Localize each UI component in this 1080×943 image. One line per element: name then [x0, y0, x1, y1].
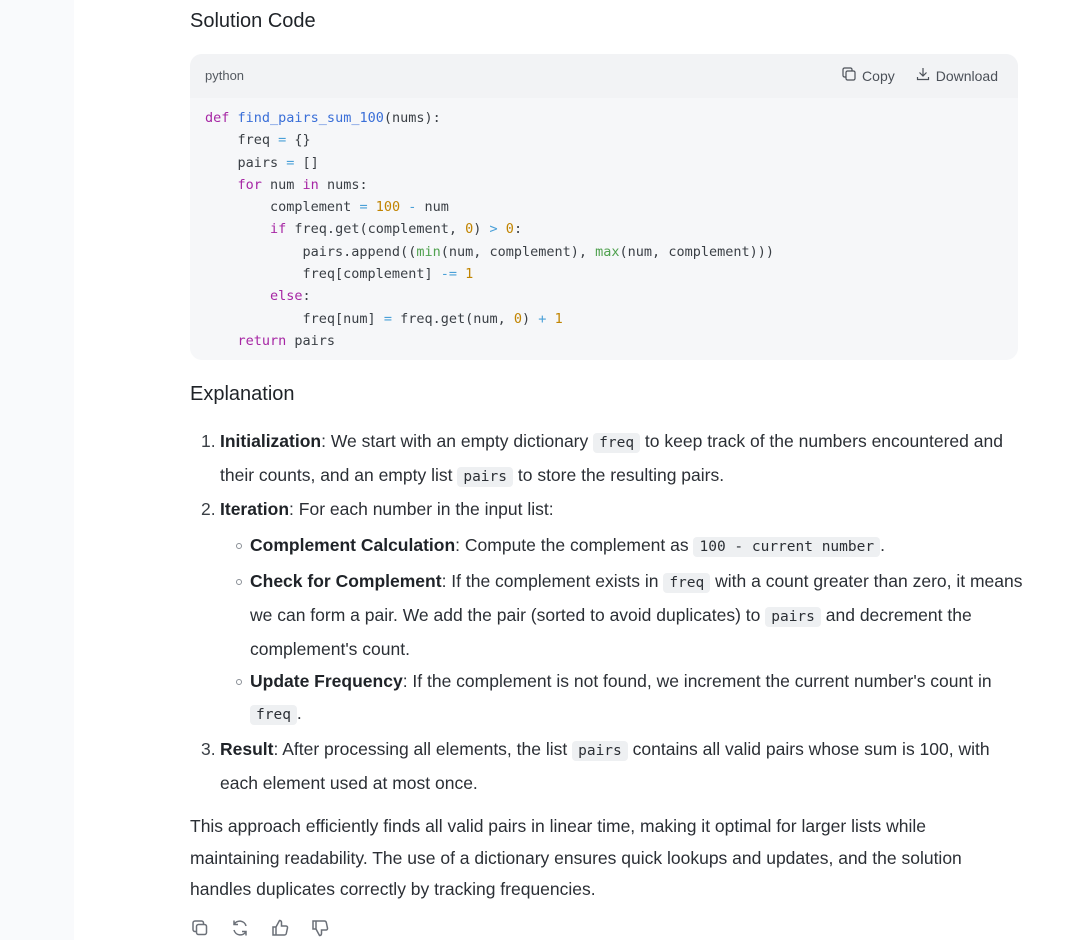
copy-code-button[interactable]: Copy	[841, 66, 895, 85]
thumbs-down-icon	[312, 920, 329, 937]
inline-code: freq	[250, 705, 297, 725]
thumbs-down-button[interactable]	[310, 918, 330, 943]
code-block: python Copy Download def find_pairs_sum_…	[190, 54, 1018, 360]
inline-code: 100 - current number	[693, 537, 881, 557]
list-item-initialization: Initialization: We start with an empty d…	[220, 425, 1020, 493]
download-icon	[915, 66, 931, 85]
explanation-heading: Explanation	[190, 383, 295, 405]
inline-code: pairs	[572, 741, 628, 761]
item-text: : After processing all elements, the lis…	[273, 739, 573, 759]
item-text: their counts, and an empty list	[220, 465, 458, 485]
item-title: Update Frequency	[250, 671, 403, 691]
item-text: .	[296, 703, 302, 723]
inline-code: freq	[663, 573, 711, 593]
item-text: and decrement the	[820, 605, 972, 625]
item-text: : For each number in the input list:	[289, 499, 554, 519]
sub-item-update-frequency: Update Frequency: If the complement is n…	[250, 665, 1020, 731]
list-number-3: 3.	[201, 739, 216, 759]
item-text: : Compute the complement as	[455, 535, 694, 555]
summary-paragraph: This approach efficiently finds all vali…	[190, 811, 1020, 906]
item-text: we can form a pair. We add the pair (sor…	[250, 605, 766, 625]
list-number-2: 2.	[201, 499, 216, 519]
list-item-iteration: Iteration: For each number in the input …	[220, 493, 1020, 525]
item-title: Initialization	[220, 431, 322, 451]
message-actions	[190, 918, 330, 943]
download-code-button[interactable]: Download	[915, 66, 998, 85]
item-text: : If the complement is not found, we inc…	[402, 671, 992, 691]
code-language-label: python	[205, 68, 245, 83]
item-text: complement's count.	[250, 639, 410, 659]
item-text: .	[880, 535, 885, 555]
list-number-1: 1.	[201, 431, 216, 451]
item-title: Result	[220, 739, 274, 759]
item-text: : We start with an empty dictionary	[321, 431, 594, 451]
summary-line: This approach efficiently finds all vali…	[190, 816, 926, 836]
summary-line: maintaining readability. The use of a di…	[190, 847, 962, 868]
list-item-result: Result: After processing all elements, t…	[220, 733, 1020, 799]
left-sidebar-strip	[0, 0, 74, 940]
inline-code: pairs	[765, 607, 821, 627]
item-text: : If the complement exists in	[441, 571, 664, 591]
sub-item-complement-calculation: Complement Calculation: Compute the comp…	[250, 529, 1020, 563]
copy-icon	[192, 920, 208, 936]
item-text: each element used at most once.	[220, 773, 478, 793]
copy-icon	[841, 66, 857, 85]
thumbs-up-icon	[272, 919, 289, 936]
item-text: with a count greater than zero, it means	[710, 571, 1023, 591]
download-label: Download	[935, 67, 998, 84]
copy-message-button[interactable]	[190, 918, 210, 943]
code-block-header: python Copy Download	[190, 54, 1018, 98]
code-content: def find_pairs_sum_100(nums): freq = {} …	[205, 110, 774, 349]
item-text: to keep track of the numbers encountered…	[640, 431, 1003, 451]
bullet-icon	[236, 579, 242, 585]
item-text: to store the resulting pairs.	[513, 465, 725, 485]
item-title: Complement Calculation	[250, 535, 456, 555]
summary-line: handles duplicates correctly by tracking…	[190, 879, 596, 899]
item-title: Iteration	[220, 499, 290, 519]
bullet-icon	[236, 679, 242, 685]
inline-code: pairs	[457, 467, 513, 487]
copy-label: Copy	[862, 67, 895, 84]
sub-item-check-for-complement: Check for Complement: If the complement …	[250, 565, 1025, 665]
regenerate-button[interactable]	[230, 918, 250, 943]
inline-code: freq	[593, 433, 641, 453]
bullet-icon	[236, 543, 242, 549]
thumbs-up-button[interactable]	[270, 918, 290, 943]
item-title: Check for Complement	[250, 571, 442, 591]
regenerate-icon	[233, 920, 247, 936]
item-text: contains all valid pairs whose sum is 10…	[627, 739, 990, 759]
solution-code-heading: Solution Code	[190, 10, 316, 32]
